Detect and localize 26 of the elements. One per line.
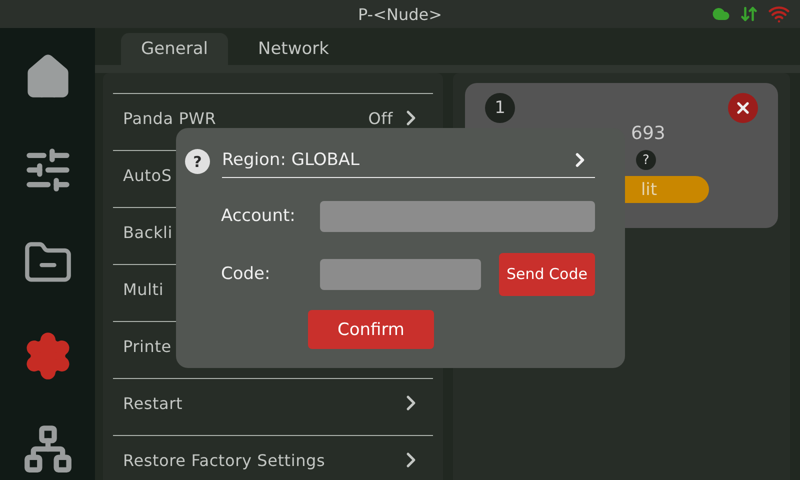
nav-button[interactable] (22, 423, 74, 476)
help-icon[interactable]: ? (185, 149, 210, 174)
window-title: P-<Nude> (357, 4, 443, 24)
close-button[interactable] (728, 93, 758, 123)
network-icon (22, 424, 72, 474)
number-badge: 1 (485, 93, 515, 123)
input-field[interactable] (320, 200, 595, 232)
send-code-button[interactable]: Send Code (499, 252, 595, 296)
setting-label[interactable]: Multi (123, 280, 164, 298)
tab[interactable]: General (121, 33, 228, 65)
tab[interactable]: Network (238, 33, 349, 65)
setting-value: Off (368, 108, 393, 128)
region-selector[interactable]: Region: GLOBAL (222, 145, 595, 178)
setting-label[interactable]: Restart (123, 394, 183, 412)
setting-label[interactable]: Backli (123, 222, 173, 242)
field-label: Account: (221, 206, 296, 226)
setting-label[interactable]: Restore Factory Settings (123, 450, 326, 470)
setting-label[interactable]: Printe (123, 336, 172, 356)
input-field[interactable] (320, 258, 481, 290)
help-icon[interactable]: ? (636, 150, 656, 170)
confirm-button[interactable]: Confirm (308, 310, 434, 349)
setting-label[interactable]: Panda PWR (123, 108, 216, 128)
setting-label[interactable]: AutoS (123, 166, 172, 184)
field-label: Code: (221, 264, 272, 284)
printer-id: 693 (631, 123, 666, 144)
close-icon (734, 99, 752, 117)
